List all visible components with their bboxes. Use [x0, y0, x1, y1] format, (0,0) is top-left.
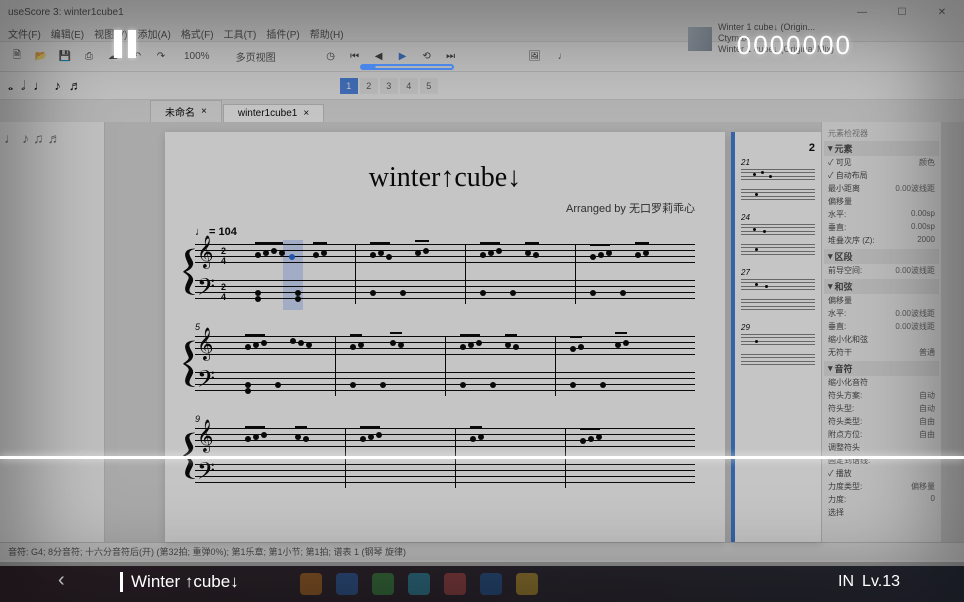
pause-bar-icon	[128, 30, 136, 58]
back-icon[interactable]: ‹	[58, 569, 84, 595]
pause-button[interactable]	[114, 30, 136, 58]
dim-overlay	[0, 0, 964, 602]
pause-bar-icon	[114, 30, 122, 58]
